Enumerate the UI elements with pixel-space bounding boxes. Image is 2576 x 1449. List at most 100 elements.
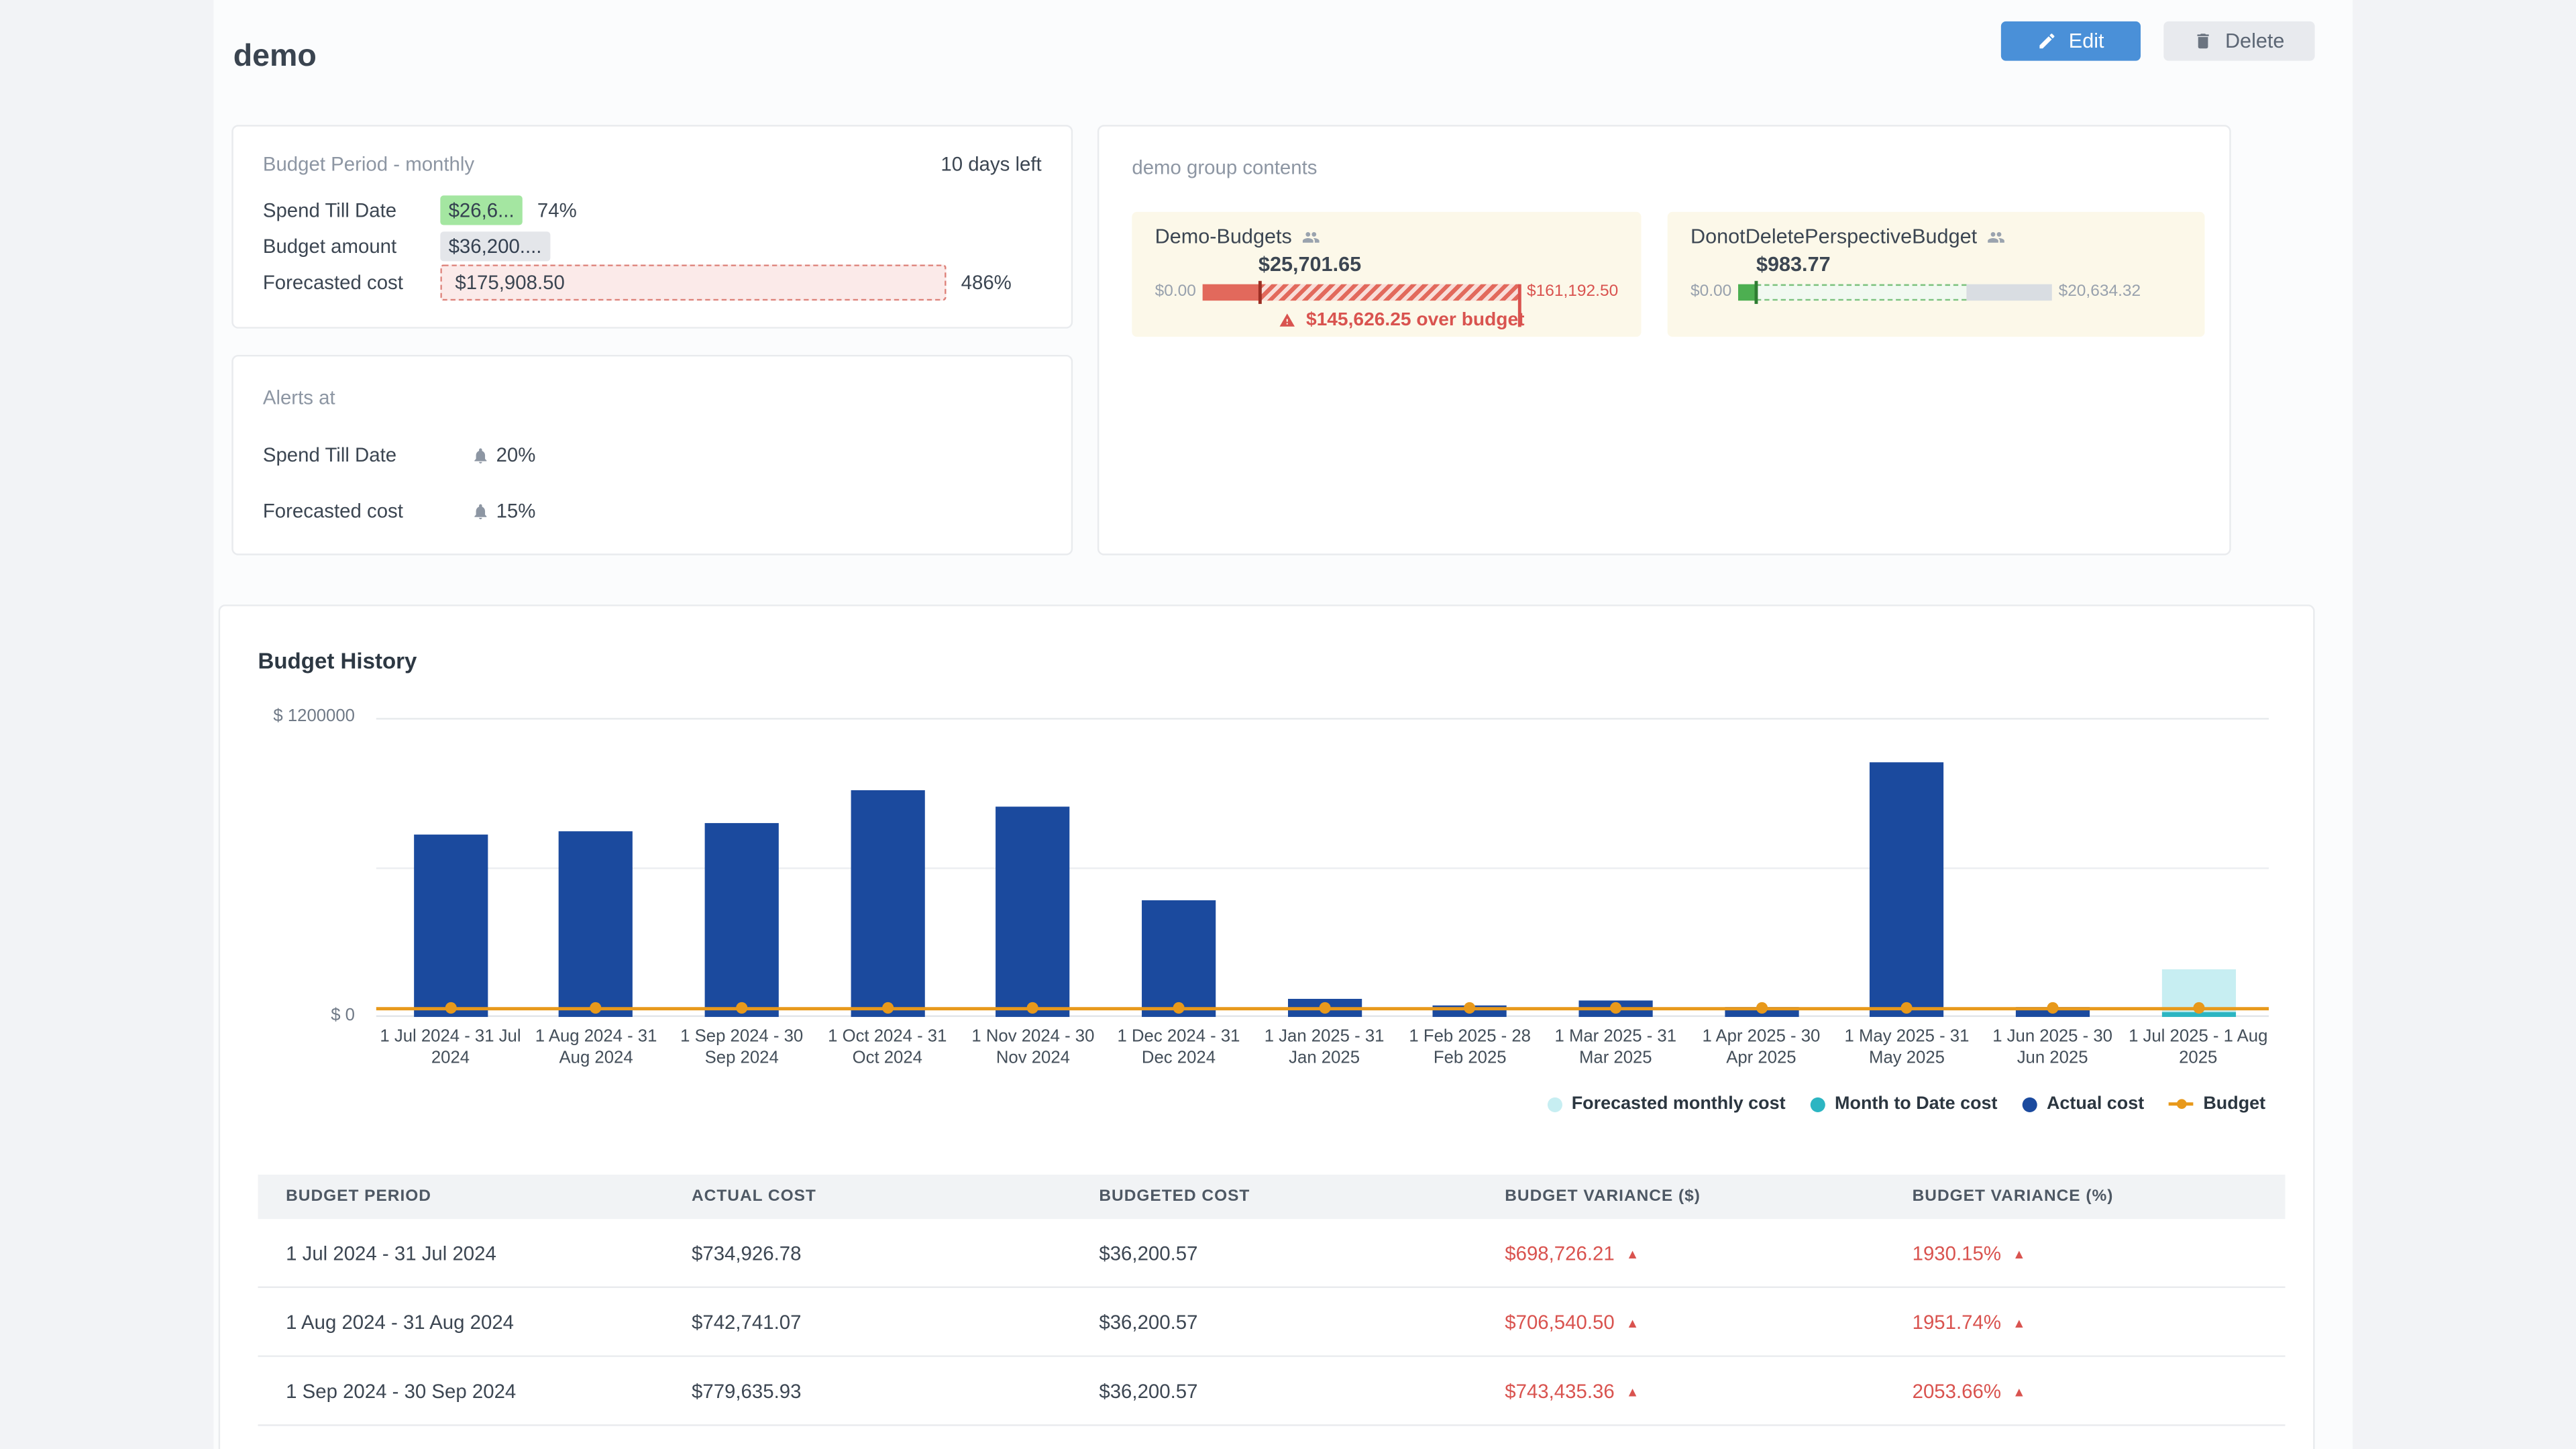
forecasted-cost-row: Forecasted cost $175,908.50 486% [263,264,1049,301]
edit-button-label: Edit [2069,30,2104,52]
actual-cost-bar[interactable] [413,834,487,1017]
warning-icon [1278,312,1296,328]
budget-point[interactable] [2047,1002,2058,1014]
bar-max-label: $20,634.32 [2059,282,2141,301]
alert-spend-value: 20% [496,443,536,466]
alert-forecast-label: Forecasted cost [263,499,472,522]
bar-min-label: $0.00 [1690,282,1731,301]
group-contents-header: demo group contents [1132,156,1317,179]
x-axis-label: 1 Apr 2025 - 30 Apr 2025 [1689,1027,1834,1069]
group-icon [1987,228,2006,246]
x-axis-label: 1 Oct 2024 - 31 Oct 2024 [815,1027,960,1069]
forecast-segment [1756,283,1966,299]
x-axis-label: 1 Jan 2025 - 31 Jan 2025 [1252,1027,1397,1069]
budget-point[interactable] [445,1002,456,1014]
legend-label: Forecasted monthly cost [1572,1094,1786,1114]
edit-button[interactable]: Edit [2001,21,2141,61]
budget-history-table: BUDGET PERIODACTUAL COSTBUDGETED COSTBUD… [258,1175,2285,1426]
pencil-icon [2037,32,2057,51]
legend-label: Actual cost [2047,1094,2144,1114]
table-body: 1 Jul 2024 - 31 Jul 2024$734,926.78$36,2… [258,1219,2285,1426]
column-header: BUDGET VARIANCE ($) [1477,1188,1884,1206]
spend-till-date-label: Spend Till Date [263,199,440,221]
budget-point[interactable] [1610,1002,1621,1014]
table-header-row: BUDGET PERIODACTUAL COSTBUDGETED COSTBUD… [258,1175,2285,1219]
budget-point[interactable] [881,1002,893,1014]
cell-variance-usd: $743,435.36▲ [1477,1379,1884,1402]
legend-dot-marker [2022,1097,2037,1112]
cell-variance-pct: 2053.66%▲ [1884,1379,2286,1402]
actual-cost-bar[interactable] [1870,763,1943,1017]
triangle-up-icon: ▲ [1626,1315,1639,1330]
actual-cost-bar[interactable] [1142,900,1216,1017]
budget-history-title: Budget History [258,649,417,674]
x-axis-label: 1 Aug 2024 - 31 Aug 2024 [524,1027,669,1069]
x-axis-label: 1 May 2025 - 31 May 2025 [1835,1027,1980,1069]
legend-dot-marker [1547,1097,1562,1112]
group-contents-card: demo group contents Demo-Budgets $25,701… [1097,125,2231,555]
actual-cost-bar[interactable] [705,822,779,1017]
budget-amount-label: Budget amount [263,235,440,258]
budget-item-demo-budgets[interactable]: Demo-Budgets $25,701.65 $0.00 $161,192.5… [1132,212,1641,337]
alerts-header: Alerts at [263,386,335,409]
cell-variance-usd: $698,726.21▲ [1477,1241,1884,1264]
x-axis-label: 1 Dec 2024 - 31 Dec 2024 [1106,1027,1251,1069]
legend-label: Month to Date cost [1835,1094,1997,1114]
triangle-up-icon: ▲ [1626,1384,1639,1399]
column-header: BUDGET PERIOD [258,1188,663,1206]
triangle-up-icon: ▲ [2012,1246,2025,1261]
over-budget-segment [1260,283,1520,299]
cell-variance-pct: 1930.15%▲ [1884,1241,2286,1264]
delete-button[interactable]: Delete [2163,21,2314,61]
legend-dot-marker [1810,1097,1825,1112]
cell-actual-cost: $779,635.93 [663,1379,1071,1402]
budget-item-donotdelete[interactable]: DonotDeletePerspectiveBudget $983.77 $0.… [1668,212,2205,337]
table-row[interactable]: 1 Aug 2024 - 31 Aug 2024$742,741.07$36,2… [258,1288,2285,1357]
legend-item[interactable]: Budget [2169,1094,2265,1114]
triangle-up-icon: ▲ [1626,1246,1639,1261]
y-axis-label-max: $ 1200000 [253,706,355,726]
alert-spend-label: Spend Till Date [263,443,472,466]
actual-cost-bar[interactable] [851,791,924,1017]
delete-button-label: Delete [2225,30,2285,52]
x-axis-label: 1 Feb 2025 - 28 Feb 2025 [1397,1027,1542,1069]
budget-period-header: Budget Period - monthly [263,153,474,176]
triangle-up-icon: ▲ [2012,1315,2025,1330]
x-axis-label: 1 Mar 2025 - 31 Mar 2025 [1544,1027,1688,1069]
table-row[interactable]: 1 Sep 2024 - 30 Sep 2024$779,635.93$36,2… [258,1357,2285,1426]
chart-plot: 1 Jul 2024 - 31 Jul 20241 Aug 2024 - 31 … [376,718,2269,1017]
cell-budgeted-cost: $36,200.57 [1071,1241,1477,1264]
bar-min-label: $0.00 [1155,282,1196,301]
bell-icon [472,446,490,464]
alerts-card: Alerts at Spend Till Date 20% Forecasted… [231,355,1073,555]
legend-item[interactable]: Actual cost [2022,1094,2144,1114]
budget-point[interactable] [1319,1002,1330,1014]
budget-point[interactable] [736,1002,747,1014]
legend-line-marker [2169,1102,2194,1106]
budget-marker-amount: $25,701.65 [1155,255,1619,276]
cell-budgeted-cost: $36,200.57 [1071,1310,1477,1333]
column-header: ACTUAL COST [663,1188,1071,1206]
legend-label: Budget [2203,1094,2265,1114]
page-title: demo [233,40,317,76]
y-axis-label-zero: $ 0 [253,1006,355,1025]
cell-variance-usd: $706,540.50▲ [1477,1310,1884,1333]
actual-cost-bar[interactable] [559,832,633,1017]
forecasted-cost-value: $175,908.50 [440,264,946,301]
table-row[interactable]: 1 Jul 2024 - 31 Jul 2024$734,926.78$36,2… [258,1219,2285,1288]
budget-history-card: Budget History $ 1200000 $ 0 1 Jul 2024 … [219,604,2315,1449]
cell-period: 1 Aug 2024 - 31 Aug 2024 [258,1310,663,1333]
legend-item[interactable]: Month to Date cost [1810,1094,1997,1114]
actual-end-marker [1519,283,1522,326]
spent-segment [1738,283,1756,299]
budget-marker-amount: $983.77 [1690,255,2182,276]
budget-point[interactable] [1173,1002,1184,1014]
trash-icon [2194,32,2213,51]
x-axis-label: 1 Jul 2025 - 1 Aug 2025 [2126,1027,2271,1069]
alert-forecast-value: 15% [496,499,536,522]
legend-item[interactable]: Forecasted monthly cost [1547,1094,1786,1114]
bar-max-label: $161,192.50 [1527,282,1618,301]
budget-usage-bar [1738,283,2052,299]
forecasted-cost-label: Forecasted cost [263,271,440,294]
actual-cost-bar[interactable] [996,807,1070,1017]
